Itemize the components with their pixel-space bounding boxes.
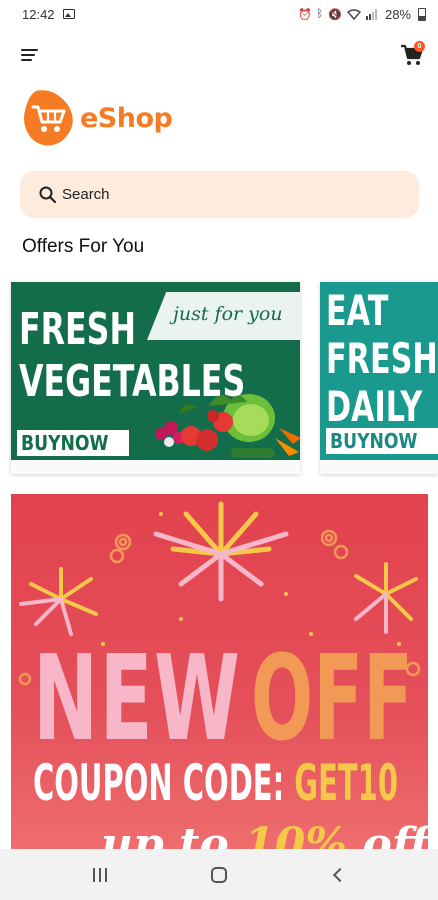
offers-title: Offers For You [22,236,145,257]
search-input[interactable]: Search [20,171,419,218]
status-right: ⏰ ᛒ 🔇 28% [298,7,426,22]
banner-word-off: OFF [251,629,414,767]
app-logo: eShop [24,88,173,148]
back-button[interactable] [318,855,358,895]
battery-level: 28% [384,6,411,22]
offer-line-1: EAT [326,286,389,335]
buynow-label: BUYNOW [21,431,109,455]
status-time: 12:42 [22,6,55,22]
offer-card-fresh-vegetables[interactable]: just for you FRESH VEGETABLES BUYNOW [11,282,300,474]
offer-line-3: DAILY [326,382,423,431]
offer-line-2: FRESH [326,334,438,383]
offer-line-1: FRESH [19,304,137,355]
mute-icon: 🔇 [328,8,342,21]
logo-text: eShop [80,102,173,134]
gallery-icon [62,9,75,19]
coupon-label: COUPON CODE: [33,754,295,812]
app-header: 0 [0,40,438,72]
card-footer [11,460,300,474]
status-left: 12:42 [22,7,75,22]
system-nav-bar [0,849,438,900]
cart-button[interactable]: 0 [400,41,426,69]
status-bar: 12:42 ⏰ ᛒ 🔇 28% [0,0,438,28]
vegetables-image [155,394,300,458]
recents-button[interactable] [80,855,120,895]
wifi-icon [346,8,361,20]
coupon-code: GET10 [294,754,399,812]
card-footer [320,460,438,474]
banner-word-new: NEW [33,629,242,767]
search-placeholder: Search [62,186,110,203]
signal-icon [365,8,377,20]
cart-badge: 0 [414,41,425,52]
buynow-button[interactable]: BUYNOW [326,428,438,454]
offer-tag-text: just for you [173,303,283,325]
cart-logo-icon [24,90,73,146]
back-icon [333,867,348,882]
bluetooth-icon: ᛒ [316,8,324,20]
buynow-button[interactable]: BUYNOW [17,430,129,456]
offer-card-eat-fresh-daily[interactable]: EAT FRESH DAILY BUYNOW [320,282,438,474]
coupon-banner[interactable]: NEW OFF COUPON CODE: GET10 up to 10% off [11,494,428,854]
alarm-icon: ⏰ [297,8,312,21]
home-button[interactable] [199,855,239,895]
search-icon [39,186,57,203]
home-icon [210,866,227,883]
buynow-label: BUYNOW [330,429,418,453]
menu-icon[interactable] [21,49,39,63]
coupon-line: COUPON CODE: GET10 [33,754,398,812]
recents-icon [92,867,107,882]
battery-icon [418,7,426,21]
